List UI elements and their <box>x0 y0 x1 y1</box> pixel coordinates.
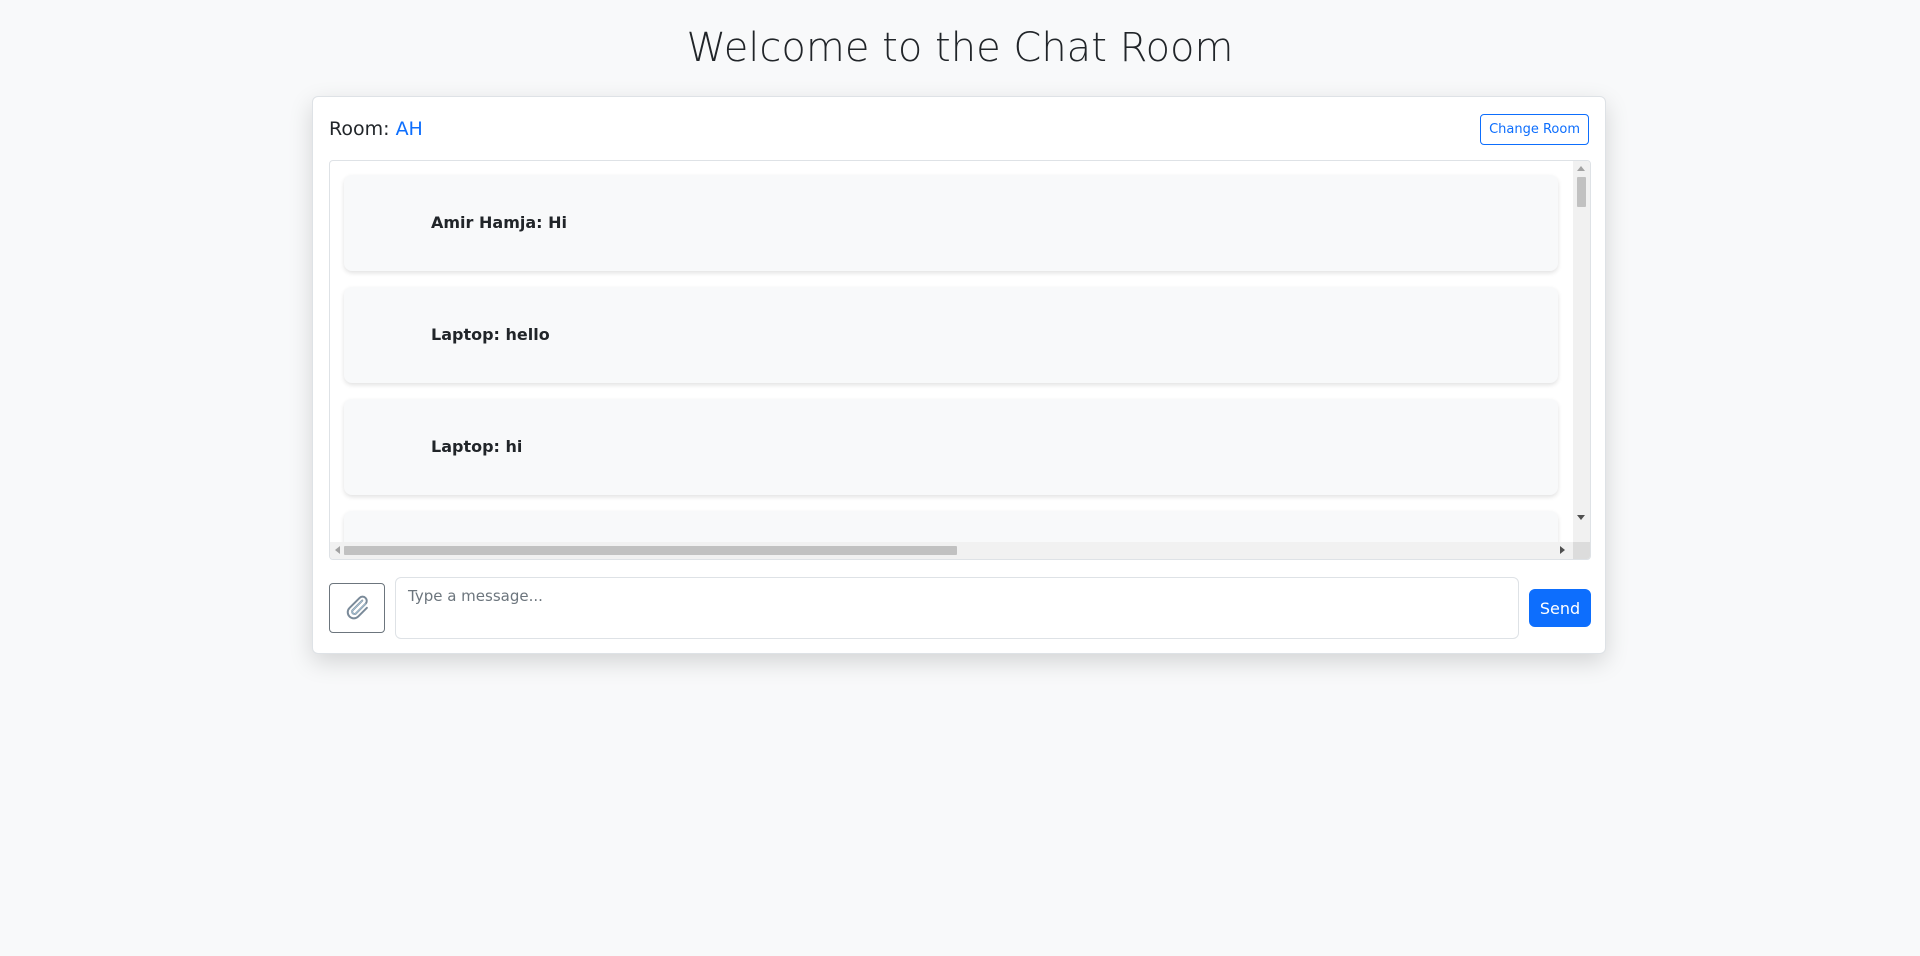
messages-list: Amir Hamja: Hi Laptop: hello Laptop: hi <box>330 161 1574 543</box>
scroll-up-icon[interactable] <box>1577 166 1585 171</box>
message-item: Laptop: hello <box>344 287 1558 383</box>
message-text: Laptop: hi <box>431 437 523 456</box>
scroll-down-icon[interactable] <box>1577 515 1585 520</box>
scrollbar-corner <box>1573 542 1590 559</box>
message-text: Amir Hamja: Hi <box>431 213 567 232</box>
paperclip-icon <box>343 593 371 624</box>
room-heading: Room: AH <box>329 117 423 141</box>
message-item <box>344 511 1558 543</box>
change-room-button[interactable]: Change Room <box>1480 114 1589 145</box>
page-title: Welcome to the Chat Room <box>686 25 1234 71</box>
vertical-scrollbar[interactable] <box>1573 161 1590 543</box>
scroll-right-icon[interactable] <box>1560 546 1565 554</box>
horizontal-scrollbar[interactable] <box>330 542 1574 559</box>
messages-container[interactable]: Amir Hamja: Hi Laptop: hello Laptop: hi <box>329 160 1591 560</box>
vertical-scroll-thumb[interactable] <box>1577 177 1586 207</box>
scroll-left-icon[interactable] <box>335 546 340 554</box>
horizontal-scroll-thumb[interactable] <box>344 546 957 555</box>
message-item: Laptop: hi <box>344 399 1558 495</box>
message-input[interactable] <box>395 577 1519 639</box>
message-text: Laptop: hello <box>431 325 550 344</box>
room-name: AH <box>395 118 423 140</box>
chat-card: Room: AH Change Room Amir Hamja: Hi Lapt… <box>312 96 1606 654</box>
room-label: Room: <box>329 118 390 140</box>
send-button[interactable]: Send <box>1529 589 1591 627</box>
message-item: Amir Hamja: Hi <box>344 175 1558 271</box>
attach-button[interactable] <box>329 583 385 633</box>
